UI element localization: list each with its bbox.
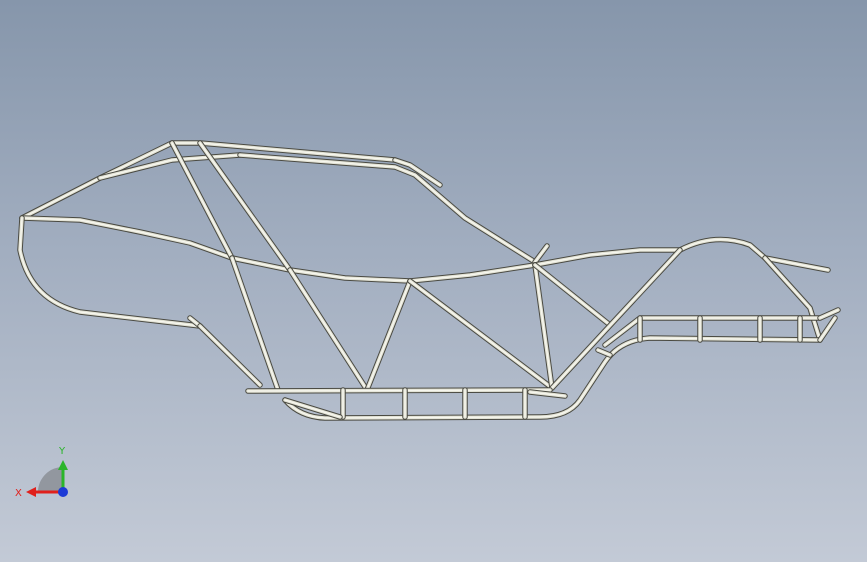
- y-axis-arrow-icon: [58, 460, 68, 470]
- frame-model[interactable]: [0, 0, 867, 562]
- frame-tube[interactable]: [532, 247, 683, 268]
- frame-tube[interactable]: [817, 315, 838, 343]
- frame-tube[interactable]: [19, 140, 175, 221]
- frame-tube[interactable]: [19, 215, 235, 261]
- z-axis-dot-icon: [58, 487, 68, 497]
- x-axis-label: X: [15, 488, 22, 499]
- frame-tube[interactable]: [532, 262, 613, 328]
- frame-tube[interactable]: [532, 262, 555, 391]
- frame-tube[interactable]: [287, 267, 370, 393]
- triad-plane-quadrant: [38, 467, 63, 492]
- frame-tube[interactable]: [17, 215, 203, 329]
- frame-tube[interactable]: [595, 347, 613, 358]
- frame-tube[interactable]: [762, 255, 823, 343]
- frame-tube[interactable]: [364, 278, 413, 393]
- frame-tube[interactable]: [532, 243, 550, 265]
- tube-frame-group: [17, 140, 841, 421]
- frame-tube[interactable]: [407, 278, 555, 391]
- frame-tube[interactable]: [245, 387, 553, 394]
- frame-tube[interactable]: [527, 389, 568, 399]
- graphics-viewport[interactable]: Y X: [0, 0, 867, 562]
- frame-tube[interactable]: [229, 255, 538, 284]
- frame-tube[interactable]: [197, 323, 263, 388]
- x-axis-arrow-icon: [26, 487, 36, 497]
- frame-tube[interactable]: [237, 152, 538, 265]
- frame-tube[interactable]: [677, 236, 831, 273]
- coordinate-triad: Y X: [15, 446, 68, 499]
- frame-tube[interactable]: [229, 255, 281, 393]
- y-axis-label: Y: [58, 446, 66, 457]
